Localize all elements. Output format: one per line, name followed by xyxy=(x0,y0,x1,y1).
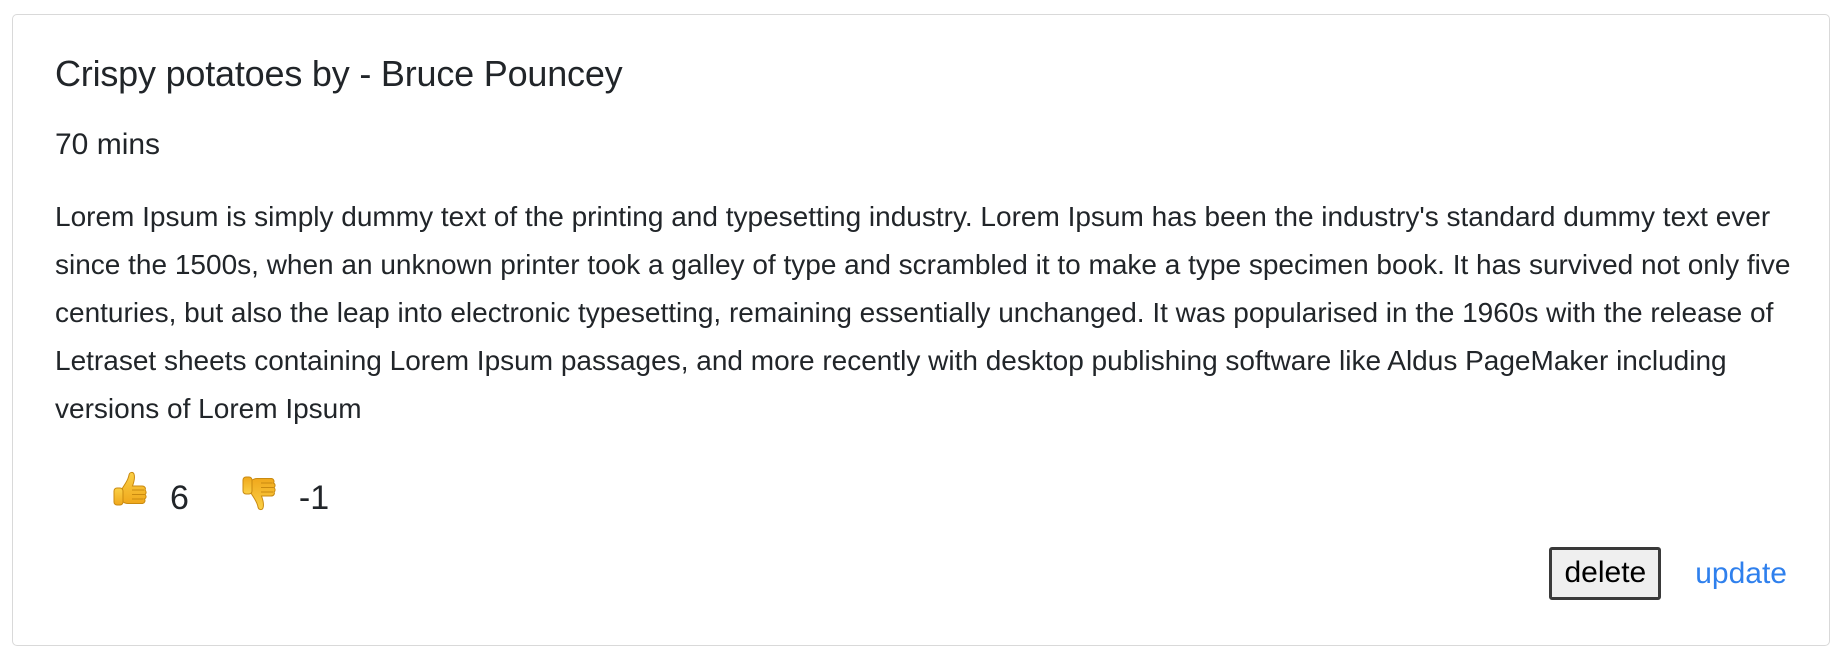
vote-bar: 6 -1 xyxy=(108,469,329,515)
downvote-count: -1 xyxy=(298,479,330,517)
upvote-count: 6 xyxy=(170,479,189,517)
recipe-card: Crispy potatoes by - Bruce Pouncey 70 mi… xyxy=(12,14,1830,646)
recipe-title: Crispy potatoes by - Bruce Pouncey xyxy=(55,53,623,94)
delete-button[interactable]: delete xyxy=(1549,547,1662,600)
thumbs-down-icon xyxy=(237,469,281,513)
card-actions: delete update xyxy=(1549,547,1787,600)
upvote-button[interactable]: 6 xyxy=(108,469,189,515)
recipe-description: Lorem Ipsum is simply dummy text of the … xyxy=(55,201,1791,424)
downvote-button[interactable]: -1 xyxy=(237,469,329,515)
thumbs-up-icon xyxy=(108,469,152,513)
recipe-time: 70 mins xyxy=(55,128,161,161)
update-link[interactable]: update xyxy=(1695,557,1787,591)
